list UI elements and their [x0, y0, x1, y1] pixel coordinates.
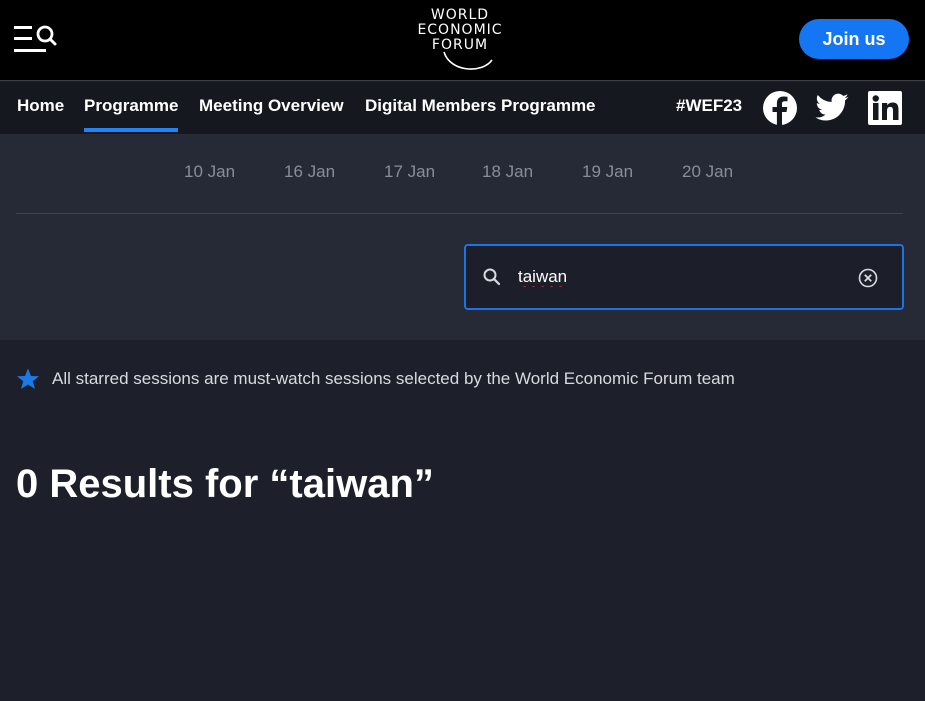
search-input[interactable]	[518, 262, 848, 292]
twitter-icon	[815, 93, 849, 121]
clear-icon	[858, 268, 878, 288]
date-tab-10-jan[interactable]: 10 Jan	[184, 162, 235, 182]
logo-line-2: ECONOMIC	[417, 22, 503, 38]
date-tab-16-jan[interactable]: 16 Jan	[284, 162, 335, 182]
top-bar: WORLD ECONOMIC FORUM Join us	[0, 0, 925, 81]
date-tab-18-jan[interactable]: 18 Jan	[482, 162, 533, 182]
search-icon	[483, 268, 501, 286]
logo-arc-icon	[443, 51, 493, 70]
menu-search-button[interactable]	[12, 22, 58, 56]
date-tab-19-jan[interactable]: 19 Jan	[582, 162, 633, 182]
wef-logo[interactable]: WORLD ECONOMIC FORUM	[400, 8, 520, 74]
linkedin-icon	[868, 91, 902, 125]
linkedin-link[interactable]	[867, 90, 903, 126]
logo-line-1: WORLD	[430, 7, 490, 23]
divider	[16, 213, 903, 214]
main-nav: Home Programme Meeting Overview Digital …	[0, 82, 925, 134]
starred-note-text: All starred sessions are must-watch sess…	[52, 369, 735, 388]
filter-area: 10 Jan 16 Jan 17 Jan 18 Jan 19 Jan 20 Ja…	[0, 134, 925, 340]
nav-programme[interactable]: Programme	[84, 96, 179, 132]
search-box[interactable]	[464, 244, 904, 310]
results-title: 0 Results for “taiwan”	[16, 462, 434, 506]
date-tab-20-jan[interactable]: 20 Jan	[682, 162, 733, 182]
menu-search-icon	[14, 25, 57, 52]
nav-home[interactable]: Home	[17, 96, 64, 116]
nav-digital-members-programme[interactable]: Digital Members Programme	[365, 96, 596, 116]
facebook-icon	[763, 91, 797, 125]
twitter-link[interactable]	[814, 90, 850, 126]
date-tab-17-jan[interactable]: 17 Jan	[384, 162, 435, 182]
clear-search-button[interactable]	[857, 267, 879, 289]
facebook-link[interactable]	[762, 90, 798, 126]
star-icon	[17, 368, 39, 389]
starred-note: All starred sessions are must-watch sess…	[16, 365, 735, 393]
join-us-button[interactable]: Join us	[799, 19, 909, 59]
hashtag-link[interactable]: #WEF23	[676, 96, 742, 116]
nav-meeting-overview[interactable]: Meeting Overview	[199, 96, 344, 116]
